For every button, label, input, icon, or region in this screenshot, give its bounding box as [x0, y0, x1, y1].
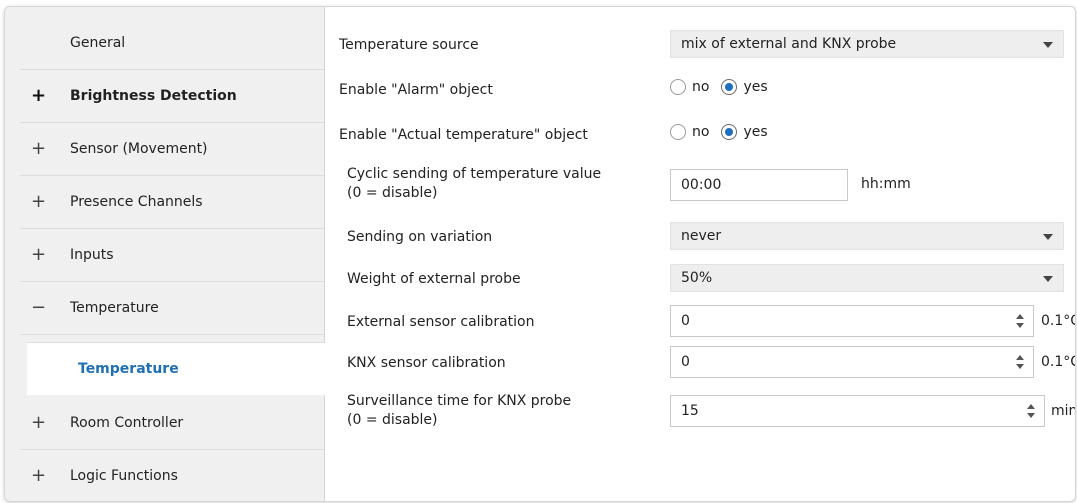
- sidebar-item-label: Room Controller: [70, 415, 184, 431]
- sidebar-item-label: Temperature: [78, 361, 179, 377]
- chevron-down-icon: [1043, 234, 1053, 240]
- knx-calibration-label: KNX sensor calibration: [347, 355, 506, 371]
- cyclic-sending-label-line2: (0 = disable): [347, 185, 438, 201]
- actual-temperature-no-label: no: [692, 124, 710, 140]
- sending-on-variation-label: Sending on variation: [347, 229, 493, 245]
- sidebar-item-logic-functions[interactable]: + Logic Functions: [20, 450, 324, 501]
- knx-calibration-stepper[interactable]: 0: [670, 346, 1034, 378]
- sidebar-item-label: Sensor (Movement): [70, 141, 208, 157]
- sidebar-subitem-temperature[interactable]: Temperature: [27, 342, 325, 395]
- sidebar-item-label: Logic Functions: [70, 468, 178, 484]
- sidebar-item-inputs[interactable]: + Inputs: [20, 229, 324, 282]
- sidebar-item-general[interactable]: General: [20, 17, 324, 70]
- knx-calibration-unit: 0.1°C: [1041, 354, 1075, 370]
- alarm-no-label: no: [692, 79, 710, 95]
- collapse-icon[interactable]: −: [31, 282, 46, 334]
- surveillance-time-value: 15: [681, 403, 699, 419]
- actual-temperature-radio-group: no yes: [670, 124, 780, 146]
- knx-calibration-value: 0: [681, 354, 690, 370]
- sidebar-item-label: Inputs: [70, 247, 114, 263]
- sidebar: General + Brightness Detection + Sensor …: [5, 7, 325, 501]
- external-calibration-label: External sensor calibration: [347, 314, 535, 330]
- actual-temperature-no-radio[interactable]: [670, 124, 686, 140]
- cyclic-sending-label: Cyclic sending of temperature value (0 =…: [347, 165, 601, 203]
- alarm-object-label: Enable "Alarm" object: [339, 82, 493, 98]
- weight-external-probe-label: Weight of external probe: [347, 271, 521, 287]
- alarm-yes-radio[interactable]: [721, 79, 738, 95]
- spin-arrows-icon[interactable]: [1016, 352, 1026, 372]
- external-calibration-value: 0: [681, 313, 690, 329]
- app-window: General + Brightness Detection + Sensor …: [4, 6, 1076, 502]
- surveillance-time-unit: min: [1051, 403, 1076, 419]
- surveillance-time-label-line1: Surveillance time for KNX probe: [347, 393, 572, 409]
- expand-icon[interactable]: +: [31, 229, 46, 281]
- sidebar-item-label: Presence Channels: [70, 194, 203, 210]
- weight-external-probe-dropdown[interactable]: 50%: [670, 264, 1064, 292]
- expand-icon[interactable]: +: [31, 70, 46, 122]
- sidebar-item-label: Brightness Detection: [70, 88, 237, 104]
- sidebar-item-temperature[interactable]: − Temperature: [20, 282, 324, 335]
- temperature-source-label: Temperature source: [339, 37, 479, 53]
- sidebar-item-presence-channels[interactable]: + Presence Channels: [20, 176, 324, 229]
- chevron-down-icon: [1043, 276, 1053, 282]
- expand-icon[interactable]: +: [31, 123, 46, 175]
- alarm-object-radio-group: no yes: [670, 79, 780, 101]
- actual-temperature-yes-radio[interactable]: [721, 124, 738, 140]
- sidebar-item-room-controller[interactable]: + Room Controller: [20, 397, 324, 450]
- weight-external-probe-value: 50%: [681, 270, 713, 286]
- chevron-down-icon: [1043, 42, 1053, 48]
- spin-arrows-icon[interactable]: [1027, 401, 1037, 421]
- sending-on-variation-value: never: [681, 228, 722, 244]
- sidebar-item-sensor-movement[interactable]: + Sensor (Movement): [20, 123, 324, 176]
- external-calibration-unit: 0.1°C: [1041, 313, 1075, 329]
- temperature-source-value: mix of external and KNX probe: [681, 36, 897, 52]
- surveillance-time-label-line2: (0 = disable): [347, 412, 438, 428]
- sidebar-item-label: Temperature: [70, 300, 159, 316]
- sidebar-item-brightness-detection[interactable]: + Brightness Detection: [20, 70, 324, 123]
- cyclic-sending-value: 00:00: [681, 177, 722, 193]
- surveillance-time-label: Surveillance time for KNX probe (0 = dis…: [347, 392, 571, 430]
- spin-arrows-icon[interactable]: [1016, 311, 1026, 331]
- sidebar-item-label: General: [70, 35, 126, 51]
- expand-icon[interactable]: +: [31, 450, 46, 501]
- alarm-yes-label: yes: [743, 79, 768, 95]
- actual-temperature-object-label: Enable "Actual temperature" object: [339, 127, 588, 143]
- sending-on-variation-dropdown[interactable]: never: [670, 222, 1064, 250]
- parameter-panel: Temperature source mix of external and K…: [325, 7, 1075, 501]
- expand-icon[interactable]: +: [31, 176, 46, 228]
- external-calibration-stepper[interactable]: 0: [670, 305, 1034, 337]
- actual-temperature-yes-label: yes: [743, 124, 768, 140]
- surveillance-time-stepper[interactable]: 15: [670, 395, 1045, 427]
- expand-icon[interactable]: +: [31, 397, 46, 449]
- cyclic-sending-label-line1: Cyclic sending of temperature value: [347, 166, 602, 182]
- cyclic-sending-unit: hh:mm: [861, 176, 911, 192]
- alarm-no-radio[interactable]: [670, 79, 686, 95]
- cyclic-sending-input[interactable]: 00:00: [670, 169, 848, 201]
- temperature-source-dropdown[interactable]: mix of external and KNX probe: [670, 30, 1064, 58]
